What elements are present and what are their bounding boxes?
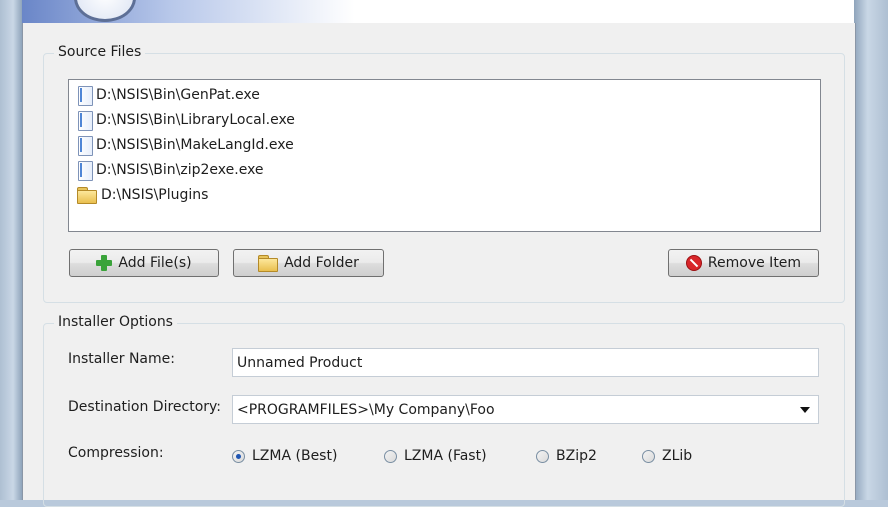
radio-bzip2[interactable]: BZip2 (536, 448, 597, 464)
list-item[interactable]: D:\NSIS\Bin\LibraryLocal.exe (77, 109, 295, 131)
file-icon (77, 110, 93, 131)
list-item-label: D:\NSIS\Bin\zip2exe.exe (96, 162, 264, 178)
app-logo-icon (74, 0, 136, 22)
list-item[interactable]: D:\NSIS\Bin\GenPat.exe (77, 84, 260, 106)
add-icon (96, 255, 113, 271)
compression-label: Compression: (68, 445, 164, 461)
source-files-group-label: Source Files (54, 44, 146, 60)
source-files-group: Source Files D:\NSIS\Bin\GenPat.exe D:\N… (43, 44, 845, 303)
radio-lzma-fast[interactable]: LZMA (Fast) (384, 448, 487, 464)
window-frame-left (0, 0, 22, 500)
file-icon (77, 160, 93, 181)
list-item-label: D:\NSIS\Bin\MakeLangId.exe (96, 137, 294, 153)
installer-options-group: Installer Options Installer Name: Unname… (43, 314, 845, 507)
dialog-client-area: Source Files D:\NSIS\Bin\GenPat.exe D:\N… (22, 23, 856, 507)
header-banner (22, 0, 854, 24)
remove-icon (685, 255, 702, 271)
radio-button-icon[interactable] (232, 449, 245, 463)
list-item[interactable]: D:\NSIS\Bin\MakeLangId.exe (77, 134, 294, 156)
window-frame-right (854, 0, 888, 500)
installer-name-value: Unnamed Product (237, 354, 363, 371)
source-files-list[interactable]: D:\NSIS\Bin\GenPat.exe D:\NSIS\Bin\Libra… (68, 79, 821, 232)
file-icon (77, 135, 93, 156)
radio-label: LZMA (Best) (252, 448, 338, 464)
folder-icon (77, 187, 97, 204)
radio-label: BZip2 (556, 448, 597, 464)
list-item-label: D:\NSIS\Bin\LibraryLocal.exe (96, 112, 295, 128)
list-item-label: D:\NSIS\Bin\GenPat.exe (96, 87, 260, 103)
folder-icon (258, 255, 279, 272)
add-files-button[interactable]: Add File(s) (69, 249, 219, 277)
add-files-button-label: Add File(s) (118, 255, 192, 271)
remove-item-button[interactable]: Remove Item (668, 249, 819, 277)
installer-options-group-label: Installer Options (54, 314, 177, 330)
list-item-label: D:\NSIS\Plugins (101, 187, 209, 203)
destination-directory-value: <PROGRAMFILES>\My Company\Foo (237, 401, 495, 418)
chevron-down-icon[interactable] (800, 407, 810, 413)
radio-button-icon[interactable] (642, 449, 655, 463)
destination-directory-combobox[interactable]: <PROGRAMFILES>\My Company\Foo (232, 395, 819, 424)
radio-label: ZLib (662, 448, 693, 464)
radio-zlib[interactable]: ZLib (642, 448, 692, 464)
radio-label: LZMA (Fast) (404, 448, 487, 464)
remove-item-button-label: Remove Item (707, 255, 802, 271)
radio-button-icon[interactable] (536, 449, 549, 463)
list-item[interactable]: D:\NSIS\Bin\zip2exe.exe (77, 159, 264, 181)
destination-directory-label: Destination Directory: (68, 399, 222, 415)
installer-name-input[interactable]: Unnamed Product (232, 348, 819, 377)
file-icon (77, 85, 93, 106)
installer-name-label: Installer Name: (68, 351, 175, 367)
radio-lzma-best[interactable]: LZMA (Best) (232, 448, 337, 464)
add-folder-button-label: Add Folder (284, 255, 359, 271)
add-folder-button[interactable]: Add Folder (233, 249, 384, 277)
radio-button-icon[interactable] (384, 449, 397, 463)
list-item[interactable]: D:\NSIS\Plugins (77, 184, 208, 206)
